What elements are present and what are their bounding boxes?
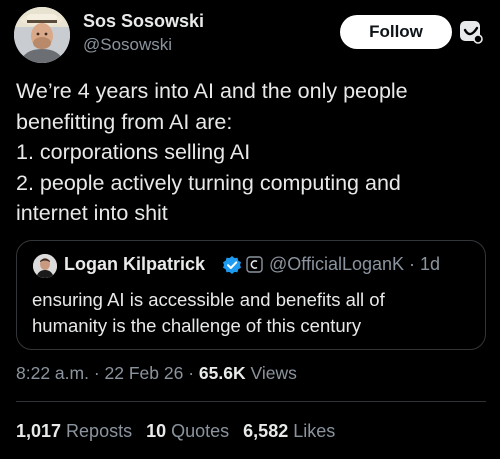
quotes-count: 10 bbox=[146, 421, 167, 441]
meta-separator: · bbox=[183, 363, 199, 383]
tweet-detail: Sos Sosowski @Sosowski Follow We’re 4 ye… bbox=[0, 0, 500, 459]
quoted-author-handle[interactable]: @OfficialLoganK bbox=[269, 254, 404, 274]
quoted-text-line: ensuring AI is accessible and benefits a… bbox=[32, 289, 385, 310]
affiliate-badge-icon bbox=[246, 256, 263, 273]
reposts-stat[interactable]: 1,017 Reposts bbox=[16, 421, 132, 441]
tweet-text-line: 2. people actively turning computing and bbox=[16, 170, 401, 195]
engagement-stats: 1,017 Reposts 10 Quotes 6,582 Likes bbox=[16, 421, 349, 442]
quotes-stat[interactable]: 10 Quotes bbox=[146, 421, 229, 441]
quoted-avatar-photo-icon bbox=[33, 254, 57, 278]
author-avatar[interactable] bbox=[14, 7, 70, 63]
author-name[interactable]: Sos Sosowski bbox=[83, 11, 204, 32]
user-avatar-photo-icon bbox=[14, 7, 70, 63]
grok-icon[interactable] bbox=[458, 19, 484, 45]
quoted-author-avatar[interactable] bbox=[33, 254, 57, 278]
quoted-tweet-meta: @OfficialLoganK · 1d bbox=[269, 254, 440, 275]
follow-button[interactable]: Follow bbox=[340, 15, 452, 49]
author-handle[interactable]: @Sosowski bbox=[83, 35, 172, 55]
quoted-tweet-text: ensuring AI is accessible and benefits a… bbox=[32, 287, 477, 339]
tweet-text-line: We’re 4 years into AI and the only peopl… bbox=[16, 79, 408, 103]
reposts-label: Reposts bbox=[61, 421, 133, 441]
tweet-text-line: internet into shit bbox=[16, 201, 168, 226]
tweet-time[interactable]: 8:22 a.m. bbox=[16, 363, 89, 383]
reposts-count: 1,017 bbox=[16, 421, 62, 441]
tweet-text-line: 1. corporations selling AI bbox=[16, 140, 251, 165]
views-count: 65.6K bbox=[198, 363, 246, 383]
quoted-author-name[interactable]: Logan Kilpatrick bbox=[64, 254, 205, 275]
views-label: Views bbox=[245, 363, 297, 383]
verified-badge-icon bbox=[222, 255, 242, 275]
quoted-tweet-card[interactable]: Logan Kilpatrick @OfficialLoganK · 1d en… bbox=[16, 240, 486, 350]
quotes-label: Quotes bbox=[166, 421, 230, 441]
likes-count: 6,582 bbox=[243, 421, 289, 441]
quoted-text-line: humanity is the challenge of this centur… bbox=[32, 315, 362, 336]
quoted-tweet-age[interactable]: 1d bbox=[420, 254, 440, 274]
tweet-date[interactable]: 22 Feb 26 bbox=[105, 363, 184, 383]
tweet-text-line: benefitting from AI are: bbox=[16, 109, 233, 134]
tweet-text: We’re 4 years into AI and the only peopl… bbox=[16, 76, 486, 229]
divider bbox=[16, 401, 486, 402]
likes-label: Likes bbox=[288, 421, 336, 441]
meta-separator: · bbox=[404, 254, 421, 274]
likes-stat[interactable]: 6,582 Likes bbox=[243, 421, 335, 441]
tweet-timestamp-views: 8:22 a.m. · 22 Feb 26 · 65.6K Views bbox=[16, 363, 297, 384]
meta-separator: · bbox=[88, 363, 105, 383]
